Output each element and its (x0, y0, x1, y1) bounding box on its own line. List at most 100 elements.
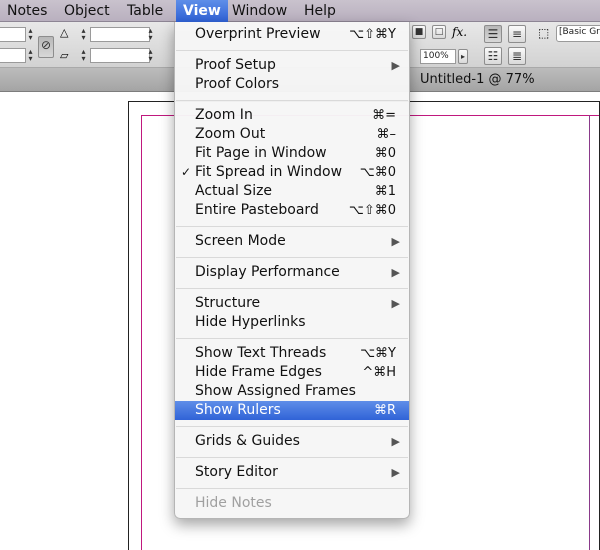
menu-item-overprint-preview[interactable]: Overprint Preview ⌥⇧⌘Y (175, 25, 409, 44)
menu-item-label: Zoom Out (195, 126, 266, 142)
align-text-bottom-icon[interactable]: ≣ (508, 47, 526, 65)
submenu-arrow-icon: ▶ (391, 235, 400, 248)
submenu-arrow-icon: ▶ (391, 297, 400, 310)
menu-item-label: Proof Setup (195, 57, 276, 73)
menu-item-label: Hide Notes (195, 495, 272, 511)
menu-item-shortcut: ⌥⇧⌘Y (349, 27, 396, 42)
rotate-field-arrows[interactable]: ▴ ▾ (146, 27, 155, 42)
x-position-field[interactable] (0, 27, 26, 42)
menu-item-shortcut: ⌥⌘Y (360, 346, 396, 361)
object-style-icon[interactable]: ⬚ (538, 26, 549, 40)
menu-separator (176, 100, 408, 101)
submenu-arrow-icon: ▶ (391, 59, 400, 72)
menu-item-shortcut: ^⌘H (362, 365, 396, 380)
document-tab-title[interactable]: Untitled-1 @ 77% (420, 68, 535, 92)
checkmark-icon: ✓ (181, 165, 192, 179)
menu-item-proof-colors[interactable]: Proof Colors (175, 75, 409, 94)
menu-item-proof-setup[interactable]: Proof Setup ▶ (175, 56, 409, 75)
menu-item-shortcut: ⌘1 (374, 184, 396, 199)
constrain-proportions-icon[interactable]: ⊘ (38, 36, 54, 58)
menu-item-label: Actual Size (195, 183, 273, 199)
menu-item-label: Screen Mode (195, 233, 286, 249)
menu-item-label: Fit Spread in Window (195, 164, 343, 180)
y-position-field[interactable] (0, 48, 26, 63)
menu-item-shortcut: ⌘= (372, 108, 396, 123)
menu-item-screen-mode[interactable]: Screen Mode ▶ (175, 232, 409, 251)
menu-item-label: Hide Frame Edges (195, 364, 322, 380)
menu-item-label: Story Editor (195, 464, 278, 480)
menu-item-fit-spread-in-window[interactable]: ✓ Fit Spread in Window ⌥⌘0 (175, 163, 409, 182)
object-style-dropdown[interactable]: [Basic Gr (556, 25, 600, 42)
menu-item-zoom-out[interactable]: Zoom Out ⌘– (175, 125, 409, 144)
submenu-arrow-icon: ▶ (391, 266, 400, 279)
menu-notes[interactable]: Notes (0, 0, 54, 22)
menu-separator (176, 288, 408, 289)
stroke-swatch-icon[interactable]: □ (432, 25, 446, 39)
margin-guide-left (141, 115, 142, 550)
menu-item-label: Fit Page in Window (195, 145, 327, 161)
menu-item-actual-size[interactable]: Actual Size ⌘1 (175, 182, 409, 201)
shear-angle-icon: ▱ (60, 49, 69, 62)
menu-item-fit-page-in-window[interactable]: Fit Page in Window ⌘0 (175, 144, 409, 163)
rotate-stepper[interactable]: ▴ ▾ (79, 27, 88, 42)
menu-item-label: Structure (195, 295, 261, 311)
menu-item-grids-and-guides[interactable]: Grids & Guides ▶ (175, 432, 409, 451)
menu-item-hide-frame-edges[interactable]: Hide Frame Edges ^⌘H (175, 363, 409, 382)
menu-item-shortcut: ⌘0 (374, 146, 396, 161)
menu-item-label: Show Text Threads (195, 345, 327, 361)
menu-item-hide-hyperlinks[interactable]: Hide Hyperlinks (175, 313, 409, 332)
shear-field-arrows[interactable]: ▴ ▾ (146, 48, 155, 63)
menu-separator (176, 457, 408, 458)
menu-separator (176, 426, 408, 427)
fill-swatch-icon[interactable]: ■ (412, 25, 426, 39)
menu-table[interactable]: Table (120, 0, 170, 22)
shear-angle-field[interactable] (90, 48, 150, 63)
zoom-percentage-field[interactable]: 100% (420, 49, 456, 64)
menu-item-label: Show Rulers (195, 402, 281, 418)
menu-item-label: Show Assigned Frames (195, 383, 356, 399)
page-edge-left (128, 101, 129, 550)
menu-item-hide-notes: Hide Notes (175, 494, 409, 513)
effects-fx-icon[interactable]: fx. (452, 25, 467, 39)
menu-item-shortcut: ⌥⇧⌘0 (348, 203, 396, 218)
menu-separator (176, 338, 408, 339)
menu-bar: Notes Object Table View Window Help (0, 0, 600, 22)
menu-item-label: Entire Pasteboard (195, 202, 319, 218)
submenu-arrow-icon: ▶ (391, 435, 400, 448)
menu-item-label: Hide Hyperlinks (195, 314, 306, 330)
menu-separator (176, 50, 408, 51)
menu-item-structure[interactable]: Structure ▶ (175, 294, 409, 313)
menu-item-shortcut: ⌥⌘0 (359, 165, 396, 180)
zoom-dropdown-icon[interactable]: ▸ (458, 49, 468, 64)
menu-item-display-performance[interactable]: Display Performance ▶ (175, 263, 409, 282)
menu-item-shortcut: ⌘– (376, 127, 397, 142)
menu-item-label: Display Performance (195, 264, 340, 280)
menu-item-label: Overprint Preview (195, 26, 321, 42)
align-text-center-icon[interactable]: ≡ (508, 25, 526, 43)
y-stepper[interactable]: ▴ ▾ (26, 48, 35, 63)
menu-item-shortcut: ⌘R (373, 403, 396, 418)
shear-stepper[interactable]: ▴ ▾ (79, 48, 88, 63)
menu-window[interactable]: Window (225, 0, 294, 22)
menu-view[interactable]: View (176, 0, 228, 22)
menu-item-show-rulers[interactable]: Show Rulers ⌘R (175, 401, 409, 420)
margin-guide-right (589, 115, 590, 550)
menu-separator (176, 226, 408, 227)
menu-item-entire-pasteboard[interactable]: Entire Pasteboard ⌥⇧⌘0 (175, 201, 409, 220)
menu-item-show-text-threads[interactable]: Show Text Threads ⌥⌘Y (175, 344, 409, 363)
menu-item-label: Proof Colors (195, 76, 279, 92)
menu-separator (176, 257, 408, 258)
menu-item-show-assigned-frames[interactable]: Show Assigned Frames (175, 382, 409, 401)
align-text-justify-icon[interactable]: ☷ (484, 47, 502, 65)
menu-help[interactable]: Help (297, 0, 343, 22)
menu-object[interactable]: Object (57, 0, 117, 22)
menu-item-label: Grids & Guides (195, 433, 300, 449)
x-stepper[interactable]: ▴ ▾ (26, 27, 35, 42)
menu-item-zoom-in[interactable]: Zoom In ⌘= (175, 106, 409, 125)
align-text-left-icon[interactable]: ☰ (484, 25, 502, 43)
menu-item-story-editor[interactable]: Story Editor ▶ (175, 463, 409, 482)
menu-item-label: Zoom In (195, 107, 253, 123)
rotate-angle-field[interactable] (90, 27, 150, 42)
menu-separator (176, 488, 408, 489)
rotate-angle-icon: △ (60, 26, 69, 39)
